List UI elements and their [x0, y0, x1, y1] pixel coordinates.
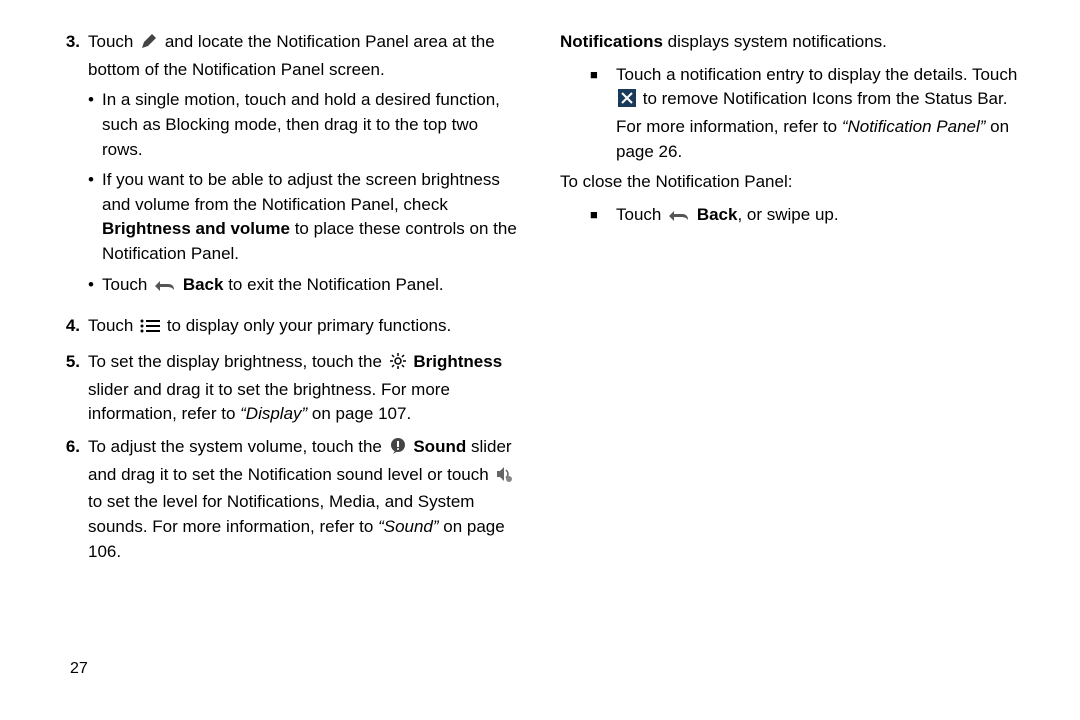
item-body: To set the display brightness, touch the: [88, 350, 520, 427]
text: Touch a notification entry to display th…: [616, 63, 1030, 165]
item-number: 3.: [50, 30, 88, 306]
back-arrow-icon: [668, 206, 690, 231]
text: on page 107.: [307, 404, 411, 423]
item-number: 5.: [50, 350, 88, 427]
italic-text: “Notification Panel”: [842, 117, 986, 136]
bold-text: Back: [183, 275, 224, 294]
bullet-list: In a single motion, touch and hold a des…: [88, 88, 520, 300]
paragraph: To close the Notification Panel:: [560, 170, 1030, 195]
list-item-3: 3. Touch and locate the Notification Pan…: [50, 30, 520, 306]
sound-bubble-icon: [389, 437, 407, 463]
back-arrow-icon: [154, 276, 176, 301]
item-body: Touch to display only your primary funct…: [88, 314, 520, 342]
italic-text: “Display”: [240, 404, 307, 423]
right-column: Notifications displays system notificati…: [560, 30, 1030, 572]
text: displays system notifications.: [663, 32, 887, 51]
item-body: Touch and locate the Notification Panel …: [88, 30, 520, 306]
italic-text: “Sound”: [378, 517, 438, 536]
text: to exit the Notification Panel.: [223, 275, 443, 294]
text: Touch a notification entry to display th…: [616, 65, 1017, 84]
text: To adjust the system volume, touch the: [88, 437, 387, 456]
bullet-item: If you want to be able to adjust the scr…: [88, 168, 520, 267]
bold-text: Brightness and volume: [102, 219, 290, 238]
text: , or swipe up.: [737, 205, 838, 224]
list-menu-icon: [140, 317, 160, 342]
volume-sliders-icon: [495, 465, 513, 491]
item-number: 4.: [50, 314, 88, 342]
brightness-icon: [389, 352, 407, 378]
bold-text: Brightness: [413, 352, 502, 371]
text: Touch: [102, 275, 152, 294]
bullet-item: In a single motion, touch and hold a des…: [88, 88, 520, 162]
bold-text: Notifications: [560, 32, 663, 51]
square-bullet-list: Touch a notification entry to display th…: [590, 63, 1030, 165]
text: to display only your primary functions.: [167, 316, 451, 335]
list-item-5: 5. To set the display brightness, touch …: [50, 350, 520, 427]
bullet-item: Touch Back to exit the Notification Pane…: [88, 273, 520, 301]
document-page: 3. Touch and locate the Notification Pan…: [0, 0, 1080, 572]
page-number: 27: [70, 657, 88, 680]
text: Touch: [88, 316, 138, 335]
list-item-4: 4. Touch to display only your primary fu…: [50, 314, 520, 342]
close-x-icon: [618, 89, 636, 115]
text: Touch Back, or swipe up.: [616, 203, 839, 231]
square-bullet-item: Touch Back, or swipe up.: [590, 203, 1030, 231]
bold-text: Back: [697, 205, 738, 224]
left-column: 3. Touch and locate the Notification Pan…: [50, 30, 520, 572]
text: If you want to be able to adjust the scr…: [102, 170, 500, 214]
text: Touch Back to exit the Notification Pane…: [102, 273, 444, 301]
item-number: 6.: [50, 435, 88, 564]
text: Touch: [88, 32, 138, 51]
text: To set the display brightness, touch the: [88, 352, 387, 371]
bold-text: Sound: [413, 437, 466, 456]
item-body: To adjust the system volume, touch the S…: [88, 435, 520, 564]
square-bullet-item: Touch a notification entry to display th…: [590, 63, 1030, 165]
text: If you want to be able to adjust the scr…: [102, 168, 520, 267]
list-item-6: 6. To adjust the system volume, touch th…: [50, 435, 520, 564]
pencil-icon: [140, 32, 158, 58]
paragraph: Notifications displays system notificati…: [560, 30, 1030, 55]
square-bullet-list: Touch Back, or swipe up.: [590, 203, 1030, 231]
text: In a single motion, touch and hold a des…: [102, 88, 520, 162]
numbered-list: 3. Touch and locate the Notification Pan…: [50, 30, 520, 564]
text: Touch: [616, 205, 666, 224]
